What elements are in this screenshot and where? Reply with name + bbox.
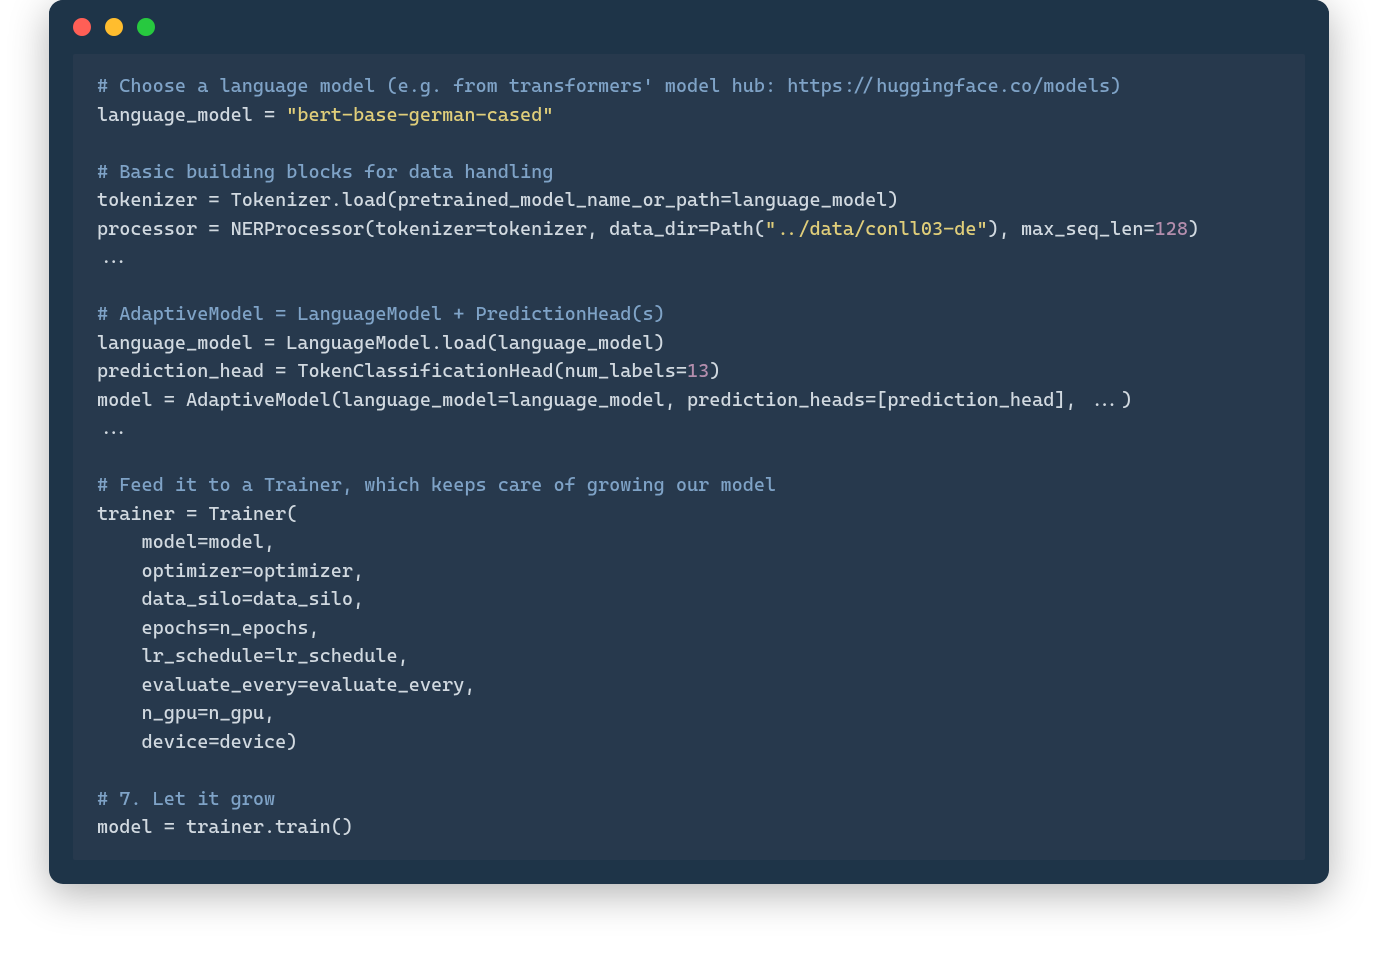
code-line: epochs=n_epochs, <box>97 614 1281 643</box>
code-line: model = trainer.train() <box>97 813 1281 842</box>
code-token-text: optimizer=optimizer, <box>97 560 364 582</box>
code-line: ... <box>97 414 1281 443</box>
code-line <box>97 443 1281 472</box>
code-line: # Choose a language model (e.g. from tra… <box>97 72 1281 101</box>
code-line: ... <box>97 243 1281 272</box>
code-token-string: "../data/conll03-de" <box>765 218 988 240</box>
code-line: model = AdaptiveModel(language_model=lan… <box>97 386 1281 415</box>
code-window: # Choose a language model (e.g. from tra… <box>49 0 1329 884</box>
code-token-text: model = AdaptiveModel(language_model=lan… <box>97 389 1132 411</box>
code-token-text: model=model, <box>97 531 275 553</box>
code-token-text: ... <box>97 417 130 439</box>
code-block: # Choose a language model (e.g. from tra… <box>73 54 1305 860</box>
titlebar <box>49 0 1329 54</box>
code-token-comment: # Choose a language model (e.g. from tra… <box>97 75 1121 97</box>
code-line: prediction_head = TokenClassificationHea… <box>97 357 1281 386</box>
maximize-icon[interactable] <box>137 18 155 36</box>
code-token-comment: # AdaptiveModel = LanguageModel + Predic… <box>97 303 665 325</box>
code-token-text: language_model = <box>97 104 286 126</box>
code-token-number: 128 <box>1155 218 1188 240</box>
code-token-text: language_model = LanguageModel.load(lang… <box>97 332 665 354</box>
code-line: processor = NERProcessor(tokenizer=token… <box>97 215 1281 244</box>
code-line: lr_schedule=lr_schedule, <box>97 642 1281 671</box>
code-token-string: "bert-base-german-cased" <box>286 104 553 126</box>
code-token-text: ) <box>1188 218 1199 240</box>
close-icon[interactable] <box>73 18 91 36</box>
code-line: device=device) <box>97 728 1281 757</box>
code-token-comment: # Basic building blocks for data handlin… <box>97 161 553 183</box>
code-line <box>97 129 1281 158</box>
code-line <box>97 272 1281 301</box>
code-line: n_gpu=n_gpu, <box>97 699 1281 728</box>
code-token-comment: # Feed it to a Trainer, which keeps care… <box>97 474 776 496</box>
code-token-text: ... <box>97 246 130 268</box>
code-token-text: data_silo=data_silo, <box>97 588 364 610</box>
code-token-text: tokenizer = Tokenizer.load(pretrained_mo… <box>97 189 899 211</box>
code-token-text: model = trainer.train() <box>97 816 353 838</box>
code-token-number: 13 <box>687 360 709 382</box>
code-line: trainer = Trainer( <box>97 500 1281 529</box>
code-line: language_model = "bert-base-german-cased… <box>97 101 1281 130</box>
code-token-text: ), max_seq_len= <box>988 218 1155 240</box>
code-line: evaluate_every=evaluate_every, <box>97 671 1281 700</box>
code-line: language_model = LanguageModel.load(lang… <box>97 329 1281 358</box>
code-token-comment: # 7. Let it grow <box>97 788 275 810</box>
code-line: # Feed it to a Trainer, which keeps care… <box>97 471 1281 500</box>
code-token-text: epochs=n_epochs, <box>97 617 320 639</box>
code-token-text: prediction_head = TokenClassificationHea… <box>97 360 687 382</box>
code-token-text: n_gpu=n_gpu, <box>97 702 275 724</box>
code-line: model=model, <box>97 528 1281 557</box>
minimize-icon[interactable] <box>105 18 123 36</box>
code-line: # Basic building blocks for data handlin… <box>97 158 1281 187</box>
code-line: # 7. Let it grow <box>97 785 1281 814</box>
code-line: optimizer=optimizer, <box>97 557 1281 586</box>
code-token-text: processor = NERProcessor(tokenizer=token… <box>97 218 765 240</box>
code-line <box>97 756 1281 785</box>
code-token-text: lr_schedule=lr_schedule, <box>97 645 409 667</box>
code-line: data_silo=data_silo, <box>97 585 1281 614</box>
code-token-text: trainer = Trainer( <box>97 503 297 525</box>
code-line: tokenizer = Tokenizer.load(pretrained_mo… <box>97 186 1281 215</box>
code-token-text: ) <box>709 360 720 382</box>
code-line: # AdaptiveModel = LanguageModel + Predic… <box>97 300 1281 329</box>
code-token-text: evaluate_every=evaluate_every, <box>97 674 476 696</box>
code-token-text: device=device) <box>97 731 297 753</box>
